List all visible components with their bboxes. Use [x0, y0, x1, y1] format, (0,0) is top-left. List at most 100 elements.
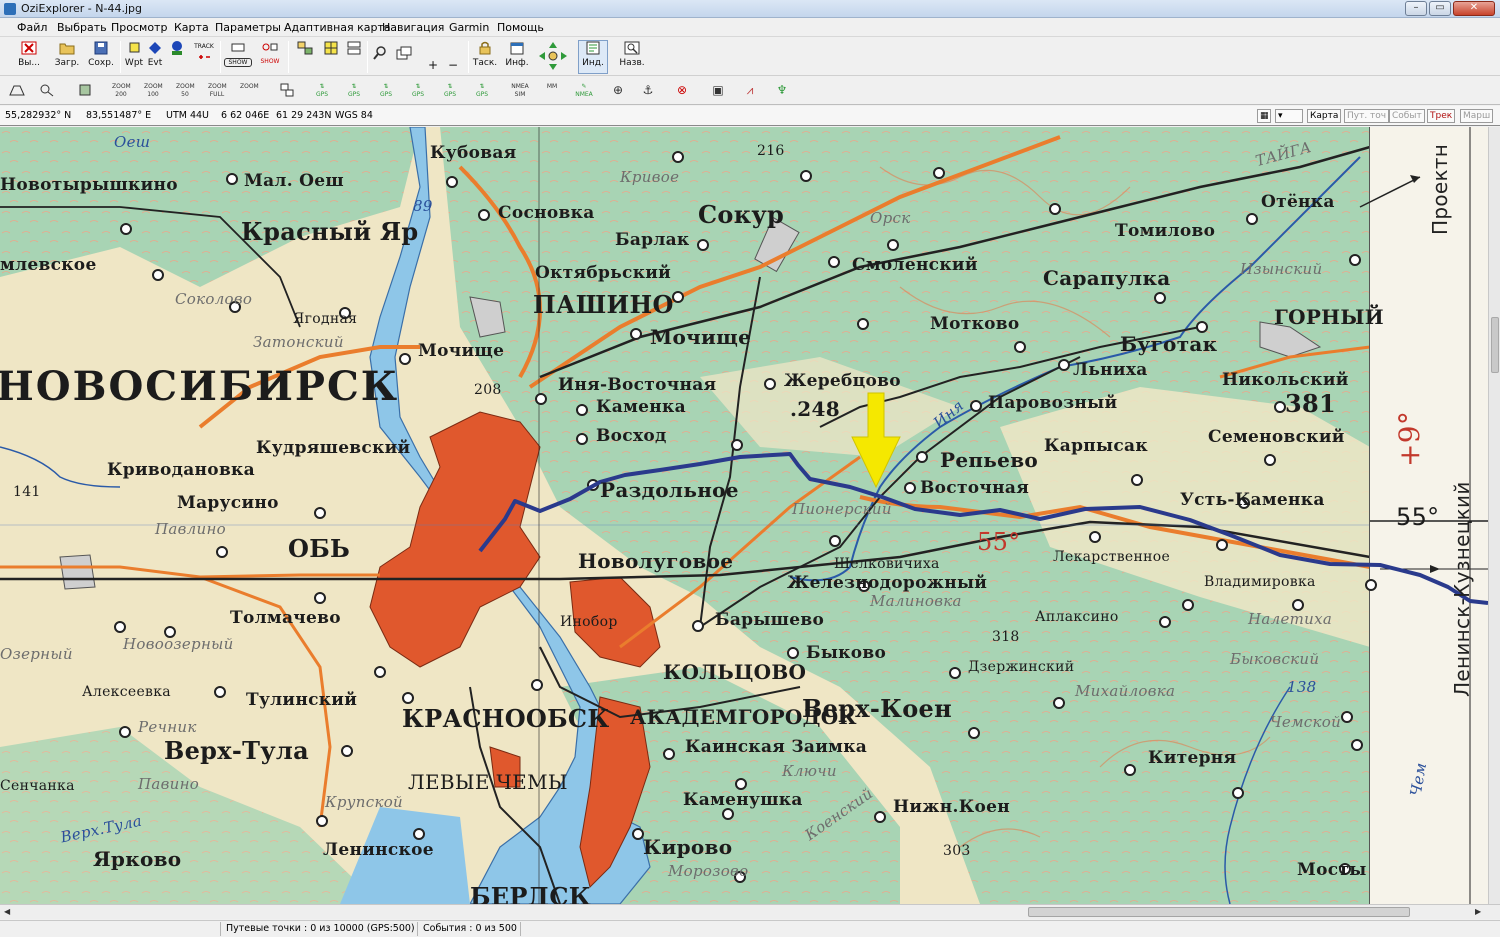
map-label-mlevskoe: млевское — [0, 255, 97, 275]
zoom-50-button[interactable]: ZOOM 50 — [176, 83, 195, 99]
route-button[interactable] — [166, 41, 188, 55]
mode-route-button[interactable]: Марш — [1460, 109, 1494, 123]
find-button[interactable] — [371, 46, 389, 60]
menu-adaptive-map[interactable]: Адаптивная карта — [284, 21, 391, 34]
menu-view[interactable]: Просмотр — [111, 21, 167, 34]
menu-garmin[interactable]: Garmin — [449, 21, 489, 34]
map-open-button[interactable] — [8, 83, 26, 99]
show-events-button[interactable]: SHOW — [256, 41, 284, 65]
gps-events-button[interactable]: ⇅ GPS — [473, 83, 491, 99]
waypoint-label: Wpt — [124, 58, 144, 68]
mode-track-button[interactable]: Трек — [1427, 109, 1456, 123]
toolbar-separator — [468, 41, 469, 73]
gps-tracks-button[interactable]: ⇅ GPS — [441, 83, 459, 99]
map-label-marusino: Марусино — [177, 493, 279, 513]
gps-routes-button[interactable]: ⇅ GPS — [409, 83, 427, 99]
nmea-sim-button[interactable]: NMEA SIM — [511, 83, 529, 99]
properties-button[interactable]: ▣ — [709, 83, 727, 99]
map-label-height-381: 381 — [1285, 389, 1336, 418]
save-mode-button[interactable]: ▾ — [1275, 109, 1303, 123]
map-label-ob: ОБЬ — [288, 534, 351, 563]
elevation-button[interactable]: ⩘ — [741, 83, 759, 99]
move-map-button[interactable] — [395, 46, 413, 60]
load-button[interactable]: Загр. — [52, 41, 82, 68]
map-label-sosnovka: Сосновка — [498, 203, 595, 223]
gps-waypoints-button[interactable]: ⇅ GPS — [377, 83, 395, 99]
task-label: Таск. — [472, 58, 498, 68]
scroll-right-icon[interactable]: ▶ — [1475, 907, 1481, 916]
load-label: Загр. — [54, 58, 80, 68]
map-label-pionersky: Пионерский — [792, 500, 892, 518]
moving-map-button[interactable]: MM — [543, 83, 561, 99]
map-grid-button[interactable] — [320, 41, 342, 55]
map-label-orsk: Орск — [870, 209, 911, 227]
zoom-200-button[interactable]: ZOOM 200 — [112, 83, 131, 99]
anchor-icon: ⚓ — [642, 83, 654, 97]
gps-window-button[interactable] — [278, 83, 296, 99]
vertical-scrollbar[interactable] — [1488, 127, 1500, 904]
track-button[interactable]: TRACK — [190, 41, 218, 64]
gps-upload-button[interactable]: ⇅ GPS — [313, 83, 331, 99]
horizontal-scrollbar[interactable]: ◀ ▶ — [0, 904, 1500, 919]
mode-icon-button[interactable]: ▦ — [1257, 109, 1271, 123]
zoom-full-button[interactable]: ZOOM FULL — [208, 83, 227, 99]
task-button[interactable]: Таск. — [472, 41, 498, 68]
maximize-button[interactable]: ▭ — [1429, 1, 1451, 16]
show-map-button[interactable] — [292, 41, 318, 55]
easting-readout: 6 62 046E — [221, 110, 270, 121]
pan-arrows-button[interactable] — [536, 41, 570, 71]
toolbar-separator — [288, 41, 289, 73]
show-waypoints-button[interactable]: SHOW — [224, 41, 252, 67]
vertical-scroll-thumb[interactable] — [1491, 317, 1499, 373]
map-sheets-button[interactable] — [343, 41, 365, 55]
menu-select[interactable]: Выбрать — [57, 21, 107, 34]
map-label-koltsovo: КОЛЬЦОВО — [663, 660, 807, 684]
minimize-button[interactable]: – — [1405, 1, 1427, 16]
map-label-nalejikha: Налетиха — [1248, 610, 1333, 628]
map-list-button[interactable] — [76, 83, 94, 99]
mode-events-button[interactable]: Событ — [1389, 109, 1425, 123]
menu-settings[interactable]: Параметры — [215, 21, 281, 34]
map-label-height-138: 138 — [1287, 678, 1317, 696]
anchor-button[interactable]: ⚓ — [639, 83, 657, 99]
map-label-height-208: 208 — [474, 382, 502, 398]
track-label: TRACK — [194, 43, 214, 50]
map-label-lekarstvennoe: Лекарственное — [1053, 549, 1171, 565]
indicator-button[interactable]: Инд. — [578, 40, 608, 74]
waypoint-button[interactable]: Wpt — [124, 41, 144, 68]
mode-map-button[interactable]: Карта — [1307, 109, 1342, 123]
map-label-senchanka: Сенчанка — [0, 778, 75, 794]
event-button[interactable]: Evt — [145, 41, 165, 68]
map-label-height-141: 141 — [13, 484, 41, 500]
zoom-out-button[interactable]: − — [445, 58, 461, 72]
info-button[interactable]: Инф. — [504, 41, 530, 68]
alarm-button[interactable]: ⊗ — [673, 83, 691, 99]
filter-button[interactable]: ♆ — [773, 83, 791, 99]
indicator-label: Инд. — [582, 58, 604, 68]
gps-download-button[interactable]: ⇅ GPS — [345, 83, 363, 99]
names-button[interactable]: Назв. — [616, 41, 648, 68]
center-button[interactable]: ⊕ — [609, 83, 627, 99]
map-canvas[interactable]: НОВОСИБИРСК ОБЬ КРАСНООБСК КОЛЬЦОВО АКАД… — [0, 127, 1488, 904]
close-button[interactable]: ✕ — [1453, 1, 1495, 16]
exit-button[interactable]: Вы... — [14, 41, 44, 68]
menu-map[interactable]: Карта — [174, 21, 209, 34]
scroll-left-icon[interactable]: ◀ — [4, 907, 10, 916]
save-button[interactable]: Сохр. — [86, 41, 116, 68]
mode-points-button[interactable]: Пут. точ — [1344, 109, 1390, 123]
menu-file[interactable]: Файл — [17, 21, 47, 34]
zoom-in-button[interactable]: + — [425, 58, 441, 72]
menu-bar: Файл Выбрать Просмотр Карта Параметры Ад… — [0, 19, 1500, 37]
menu-navigation[interactable]: Навигация — [382, 21, 444, 34]
nmea-button[interactable]: ✎ NMEA — [575, 83, 593, 99]
crosshair-icon: ⊕ — [612, 83, 624, 97]
zoom-100-button[interactable]: ZOOM 100 — [144, 83, 163, 99]
antenna-icon: ✎ — [581, 83, 587, 90]
menu-help[interactable]: Помощь — [497, 21, 544, 34]
horizontal-scroll-thumb[interactable] — [1028, 907, 1410, 917]
map-label-yarkovo: Ярково — [93, 847, 182, 871]
map-label-height-303: 303 — [943, 843, 971, 859]
zoom-custom-button[interactable]: ZOOM — [240, 83, 259, 99]
map-find-button[interactable] — [38, 83, 56, 99]
gps-events-icon: ⇅ — [479, 83, 485, 90]
